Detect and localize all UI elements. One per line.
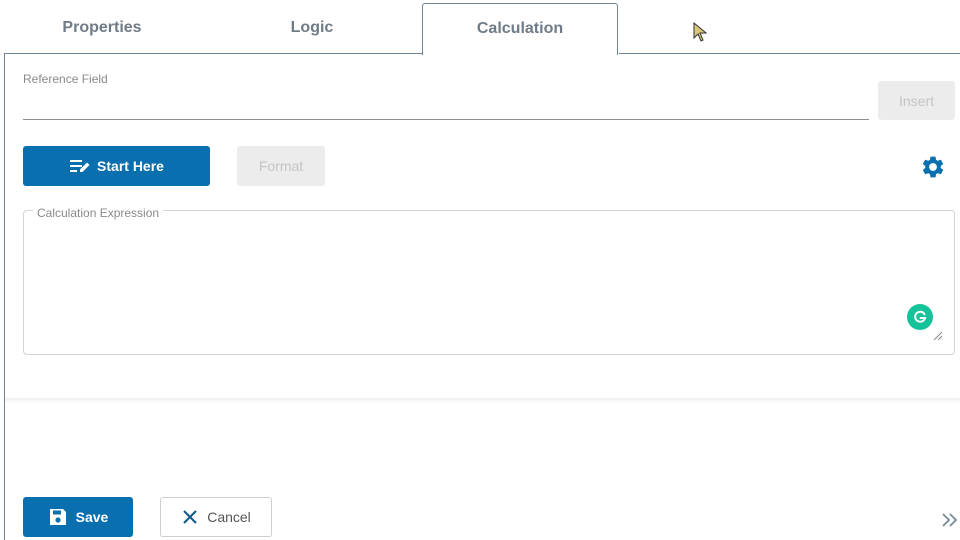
gear-icon[interactable] — [920, 154, 946, 180]
start-here-button[interactable]: Start Here — [23, 146, 210, 186]
tab-divider — [619, 53, 960, 54]
grammarly-g-icon — [914, 310, 927, 323]
tab-bar: Properties Logic Calculation — [0, 0, 960, 55]
save-label: Save — [75, 509, 109, 525]
format-button[interactable]: Format — [237, 146, 325, 186]
double-chevron-right-icon[interactable] — [940, 510, 960, 530]
save-button[interactable]: Save — [23, 497, 133, 537]
grammarly-icon[interactable] — [907, 304, 933, 330]
cancel-button[interactable]: Cancel — [160, 497, 272, 537]
panel-border — [4, 53, 5, 540]
insert-button[interactable]: Insert — [878, 81, 955, 120]
calculation-expression-input[interactable] — [30, 224, 934, 348]
tab-logic[interactable]: Logic — [214, 3, 410, 54]
mouse-cursor-icon — [693, 22, 707, 42]
resize-handle-icon[interactable] — [932, 330, 942, 340]
start-here-label: Start Here — [97, 158, 164, 174]
floppy-disk-icon — [49, 509, 66, 525]
reference-field-label: Reference Field — [23, 72, 108, 86]
panel-shadow — [5, 398, 960, 404]
cancel-label: Cancel — [207, 509, 251, 525]
tab-properties[interactable]: Properties — [4, 3, 200, 54]
tab-divider — [4, 53, 422, 54]
calculation-expression-label: Calculation Expression — [33, 206, 164, 220]
tab-calculation[interactable]: Calculation — [422, 3, 618, 55]
reference-field-input[interactable] — [23, 90, 869, 120]
edit-list-icon — [70, 160, 90, 172]
close-icon — [183, 510, 197, 524]
